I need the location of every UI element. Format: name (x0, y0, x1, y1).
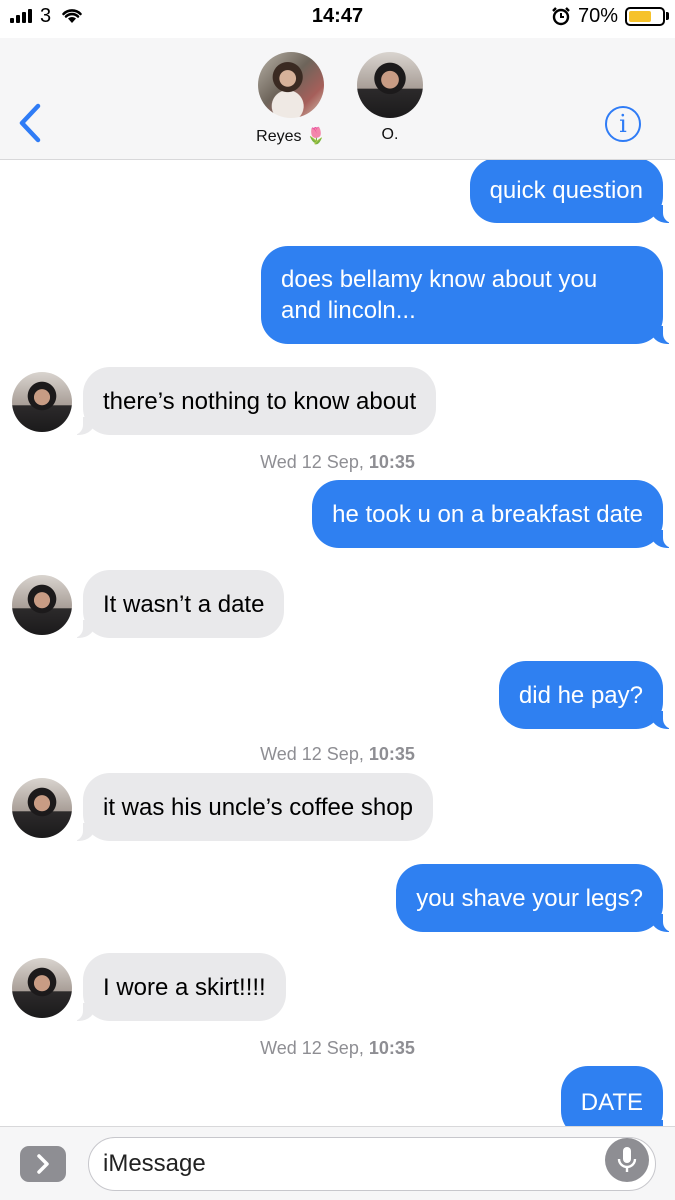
message-text: you shave your legs? (416, 884, 643, 912)
message-text: does bellamy know about you and lincoln.… (281, 266, 598, 324)
message-text: quick question (489, 177, 643, 204)
message-text: DATE (580, 1088, 643, 1116)
message-outgoing[interactable]: did he pay? (498, 661, 675, 729)
timestamp-day: Wed 12 Sep, (260, 744, 364, 764)
message-incoming[interactable]: there’s nothing to know about (70, 367, 437, 435)
battery-icon (625, 7, 665, 26)
sender-avatar (12, 778, 72, 838)
message-outgoing[interactable]: does bellamy know about you and lincoln.… (261, 246, 675, 344)
contact-reyes[interactable]: Reyes 🌷 (246, 52, 336, 146)
back-chevron-icon[interactable] (14, 102, 46, 144)
message-timestamp: Wed 12 Sep, 10:35 (0, 452, 675, 473)
message-input-bar: iMessage (0, 1126, 675, 1200)
microphone-icon (617, 1147, 637, 1172)
message-text: he took u on a breakfast date (332, 500, 643, 528)
message-outgoing[interactable]: you shave your legs? (396, 864, 675, 932)
alarm-icon (552, 7, 570, 26)
battery-percent: 70% (578, 5, 619, 27)
timestamp-day: Wed 12 Sep, (260, 452, 364, 472)
message-outgoing[interactable]: he took u on a breakfast date (312, 480, 675, 548)
message-incoming[interactable]: it was his uncle’s coffee shop (71, 773, 433, 841)
imessage-input[interactable]: iMessage (88, 1137, 656, 1191)
message-outgoing[interactable]: DATE (560, 1066, 675, 1126)
message-incoming[interactable]: It wasn’t a date (70, 570, 285, 638)
sender-avatar (12, 372, 72, 432)
avatar-o (357, 52, 423, 118)
timestamp-day: Wed 12 Sep, (260, 1038, 364, 1058)
message-text: there’s nothing to know about (103, 387, 417, 415)
status-bar: 3 14:47 70% (0, 0, 675, 38)
battery-level-fill (629, 11, 651, 22)
chevron-right-icon (37, 1154, 49, 1174)
message-text: it was his uncle’s coffee shop (103, 793, 413, 821)
timestamp-time: 10:35 (368, 1038, 415, 1058)
message-text: I wore a skirt!!!! (103, 973, 266, 1001)
message-outgoing[interactable]: quick question (469, 160, 675, 223)
conversation-header: Reyes 🌷 O. i (0, 38, 675, 160)
message-incoming[interactable]: I wore a skirt!!!! (71, 953, 286, 1021)
contact-name-o: O. (381, 126, 399, 143)
info-icon[interactable]: i (605, 106, 641, 142)
message-text: It wasn’t a date (103, 590, 265, 618)
message-timestamp: Wed 12 Sep, 10:35 (0, 1038, 675, 1059)
sender-avatar (12, 575, 72, 635)
timestamp-time: 10:35 (368, 744, 415, 764)
avatar-reyes (258, 52, 324, 118)
microphone-button[interactable] (605, 1138, 649, 1182)
message-thread[interactable]: quick question does bellamy know about y… (0, 160, 675, 1126)
apps-button[interactable] (20, 1146, 66, 1182)
contact-o[interactable]: O. (345, 52, 435, 144)
message-text: did he pay? (518, 681, 643, 709)
status-time: 14:47 (311, 5, 364, 27)
contact-name-reyes: Reyes 🌷 (256, 128, 326, 145)
battery-tip (666, 12, 669, 20)
message-timestamp: Wed 12 Sep, 10:35 (0, 744, 675, 765)
timestamp-time: 10:35 (368, 452, 415, 472)
sender-avatar (12, 958, 72, 1018)
